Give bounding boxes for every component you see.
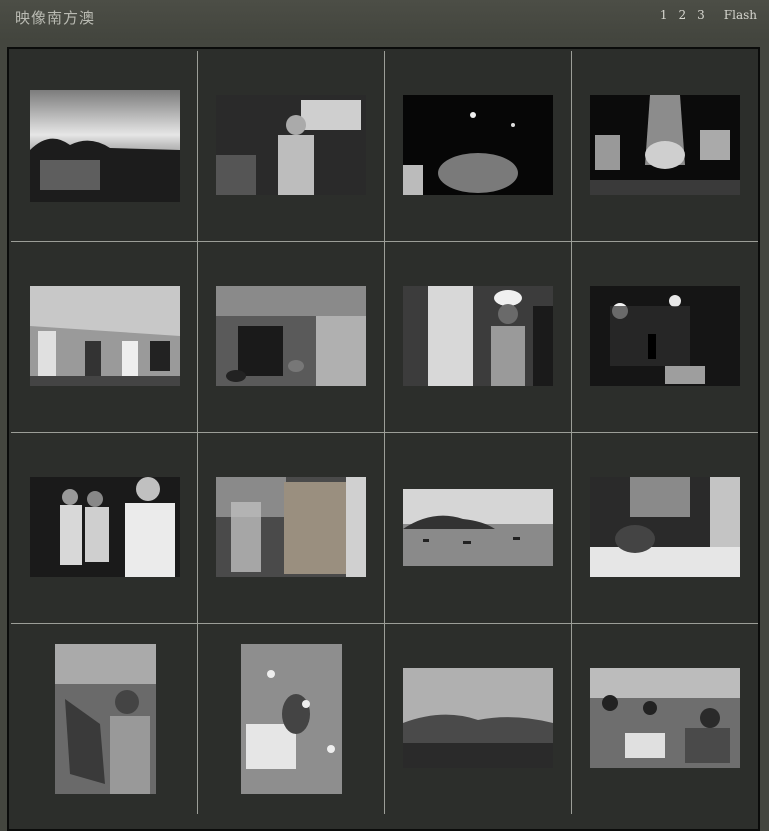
photo-thumbnail[interactable]	[403, 95, 553, 195]
gallery-cell[interactable]	[385, 242, 571, 432]
photo-thumbnail[interactable]	[590, 286, 740, 386]
photo-thumbnail[interactable]	[403, 489, 553, 566]
photo-thumbnail[interactable]	[241, 644, 342, 794]
gallery-cell[interactable]	[198, 51, 384, 241]
flash-link[interactable]: Flash	[724, 8, 757, 22]
gallery-frame	[7, 47, 760, 831]
header-bar: 映像南方澳 1 2 3 Flash	[0, 0, 769, 40]
photo-thumbnail[interactable]	[30, 90, 180, 202]
photo-thumbnail[interactable]	[216, 95, 366, 195]
photo-thumbnail[interactable]	[403, 286, 553, 386]
page-link-1[interactable]: 1	[660, 8, 668, 22]
gallery-cell[interactable]	[198, 433, 384, 623]
photo-thumbnail[interactable]	[403, 668, 553, 768]
gallery-cell[interactable]	[572, 624, 758, 814]
gallery-cell[interactable]	[11, 624, 197, 814]
gallery-cell[interactable]	[572, 51, 758, 241]
photo-thumbnail[interactable]	[590, 95, 740, 195]
gallery-cell[interactable]	[572, 433, 758, 623]
gallery-cell[interactable]	[385, 51, 571, 241]
gallery-cell[interactable]	[198, 624, 384, 814]
photo-thumbnail[interactable]	[216, 286, 366, 386]
gallery-cell[interactable]	[385, 433, 571, 623]
gallery-cell[interactable]	[198, 242, 384, 432]
photo-thumbnail[interactable]	[30, 286, 180, 386]
photo-thumbnail[interactable]	[590, 668, 740, 768]
pagination: 1 2 3 Flash	[649, 8, 757, 22]
thumbnail-grid	[11, 51, 758, 814]
page-link-2[interactable]: 2	[679, 8, 687, 22]
photo-thumbnail[interactable]	[216, 477, 366, 577]
photo-thumbnail[interactable]	[590, 477, 740, 577]
gallery-cell[interactable]	[572, 242, 758, 432]
gallery-cell[interactable]	[11, 242, 197, 432]
photo-thumbnail[interactable]	[30, 477, 180, 577]
page-link-3[interactable]: 3	[697, 8, 705, 22]
gallery-cell[interactable]	[11, 433, 197, 623]
photo-thumbnail[interactable]	[55, 644, 156, 794]
gallery-cell[interactable]	[11, 51, 197, 241]
gallery-cell[interactable]	[385, 624, 571, 814]
site-title: 映像南方澳	[15, 9, 96, 27]
